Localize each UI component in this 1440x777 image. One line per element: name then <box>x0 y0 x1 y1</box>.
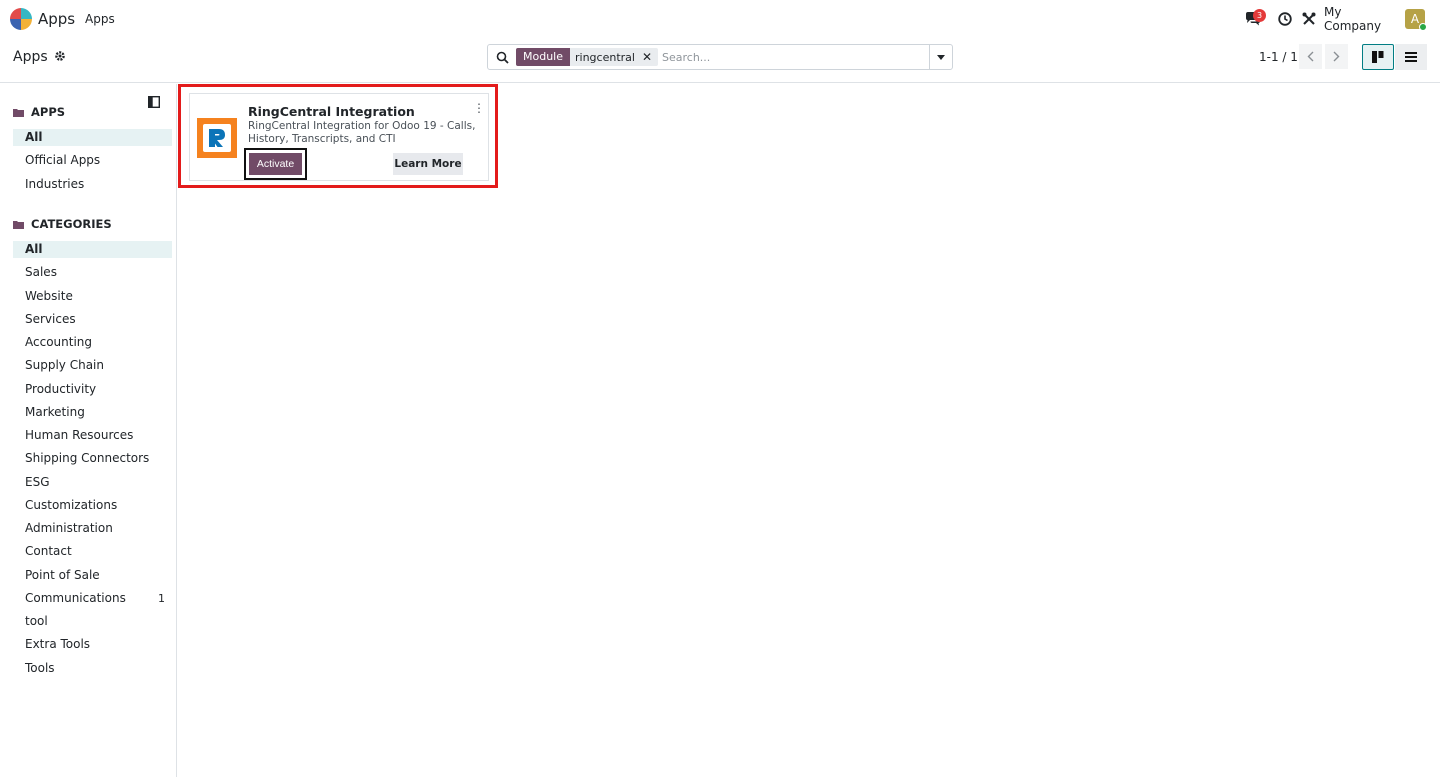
odoo-apps-logo[interactable] <box>10 8 32 30</box>
top-navbar: Apps Apps 3 My Company A <box>0 0 1440 38</box>
category-filter-label: Services <box>25 311 76 326</box>
apps-filter-all[interactable]: All <box>13 129 172 146</box>
category-filter-tool[interactable]: tool <box>13 613 172 630</box>
category-filter-label: Supply Chain <box>25 358 104 373</box>
card-description: RingCentral Integration for Odoo 19 - Ca… <box>248 120 476 145</box>
category-filter-label: Shipping Connectors <box>25 451 150 466</box>
category-filter-shipping-connectors[interactable]: Shipping Connectors <box>13 450 172 467</box>
category-filter-label: Communications <box>25 590 126 605</box>
category-filter-label: Productivity <box>25 381 97 396</box>
debug-tools-button[interactable] <box>1300 0 1318 38</box>
company-name: My Company <box>1324 5 1382 33</box>
chevron-right-icon <box>1333 51 1340 62</box>
breadcrumb: Apps <box>13 49 66 65</box>
category-filter-services[interactable]: Services <box>13 311 172 328</box>
facet-value: ringcentral <box>575 50 635 64</box>
pager-value[interactable]: 1-1 / 1 <box>1259 50 1298 64</box>
category-filter-label: Customizations <box>25 497 118 512</box>
list-view-button[interactable] <box>1395 44 1427 70</box>
apps-filter-official-apps[interactable]: Official Apps <box>13 152 172 169</box>
folder-icon <box>13 108 24 117</box>
app-title: Apps <box>38 10 76 28</box>
category-filter-point-of-sale[interactable]: Point of Sale <box>13 567 172 584</box>
category-filter-label: Point of Sale <box>25 567 100 582</box>
page-title: Apps <box>13 49 48 65</box>
company-switcher[interactable]: My Company <box>1324 0 1396 38</box>
kebab-menu-icon[interactable]: ⋮ <box>473 101 485 115</box>
category-filter-human-resources[interactable]: Human Resources <box>13 427 172 444</box>
menu-item-apps[interactable]: Apps <box>85 12 115 26</box>
card-title[interactable]: RingCentral Integration <box>248 104 415 119</box>
search-facet: Module ringcentral ✕ <box>516 48 659 66</box>
category-filter-administration[interactable]: Administration <box>13 520 172 537</box>
category-filter-label: Sales <box>25 265 57 280</box>
ringcentral-logo <box>197 118 237 158</box>
search-panel: APPS All Official Apps Industries CATEGORI… <box>0 84 177 777</box>
pager-next[interactable] <box>1325 44 1348 69</box>
control-panel: Apps Module ringcentral ✕ 1-1 / 1 <box>0 38 1440 83</box>
categories-heading-label: CATEGORIES <box>31 217 112 231</box>
category-filter-label: Marketing <box>25 404 85 419</box>
activate-focus-ring: Activate <box>244 148 307 180</box>
chat-badge: 3 <box>1253 9 1266 22</box>
category-filter-label: ESG <box>25 474 50 489</box>
category-filter-contact[interactable]: Contact <box>13 543 172 560</box>
category-filter-label: Extra Tools <box>25 637 91 652</box>
category-filter-label: Contact <box>25 544 72 559</box>
category-filter-customizations[interactable]: Customizations <box>13 497 172 514</box>
category-filter-label: Tools <box>25 660 55 675</box>
messaging-button[interactable]: 3 <box>1240 0 1266 38</box>
apps-filter-label: Industries <box>25 176 85 191</box>
category-filter-label: Human Resources <box>25 428 134 442</box>
category-filter-label: tool <box>25 614 48 628</box>
apps-heading-label: APPS <box>31 105 66 119</box>
pager-previous[interactable] <box>1299 44 1322 69</box>
category-filter-esg[interactable]: ESG <box>13 474 172 491</box>
category-filter-label: Website <box>25 288 73 303</box>
activate-button[interactable]: Activate <box>249 153 302 175</box>
category-filter-label: Accounting <box>25 335 93 349</box>
folder-icon <box>13 220 24 229</box>
kanban-view-button[interactable] <box>1362 44 1394 70</box>
chevron-left-icon <box>1307 51 1314 62</box>
apps-filter-industries[interactable]: Industries <box>13 176 172 193</box>
user-menu[interactable]: A <box>1403 0 1427 38</box>
search-options-toggle[interactable] <box>929 45 952 69</box>
apps-filter-label: All <box>25 130 43 144</box>
panel-toggle-icon[interactable] <box>147 95 161 111</box>
search-bar: Module ringcentral ✕ <box>487 44 953 70</box>
facet-label: Module <box>516 48 570 66</box>
category-filter-productivity[interactable]: Productivity <box>13 381 172 398</box>
category-filter-supply-chain[interactable]: Supply Chain <box>13 357 172 374</box>
category-filter-communications[interactable]: Communications 1 <box>13 590 172 607</box>
categories-section-heading: CATEGORIES <box>13 217 112 231</box>
kanban-view-icon <box>1372 51 1384 63</box>
gear-icon[interactable] <box>54 50 66 65</box>
category-filter-website[interactable]: Website <box>13 288 172 305</box>
list-view-icon <box>1405 52 1417 62</box>
activity-button[interactable] <box>1276 0 1294 38</box>
category-filter-sales[interactable]: Sales <box>13 264 172 281</box>
category-filter-label: Administration <box>25 521 113 535</box>
category-filter-label: All <box>25 242 43 256</box>
facet-remove-icon[interactable]: ✕ <box>640 50 658 64</box>
apps-filter-label: Official Apps <box>25 153 101 168</box>
category-filter-accounting[interactable]: Accounting <box>13 334 172 351</box>
avatar-letter: A <box>1410 12 1420 26</box>
app-card-ringcentral[interactable]: RingCentral Integration RingCentral Inte… <box>189 93 489 181</box>
tools-icon <box>1302 12 1316 25</box>
category-filter-tools[interactable]: Tools <box>13 660 172 677</box>
apps-section-heading: APPS <box>13 105 65 119</box>
clock-icon <box>1278 12 1292 26</box>
caret-down-icon <box>937 54 945 60</box>
category-filter-extra-tools[interactable]: Extra Tools <box>13 636 172 653</box>
presence-dot <box>1419 23 1427 31</box>
search-icon[interactable] <box>488 51 516 64</box>
learn-more-button[interactable]: Learn More <box>393 153 463 175</box>
category-filter-marketing[interactable]: Marketing <box>13 404 172 421</box>
search-input[interactable] <box>658 50 929 64</box>
filter-count: 1 <box>158 591 165 605</box>
avatar: A <box>1405 9 1427 31</box>
category-filter-all[interactable]: All <box>13 241 172 258</box>
